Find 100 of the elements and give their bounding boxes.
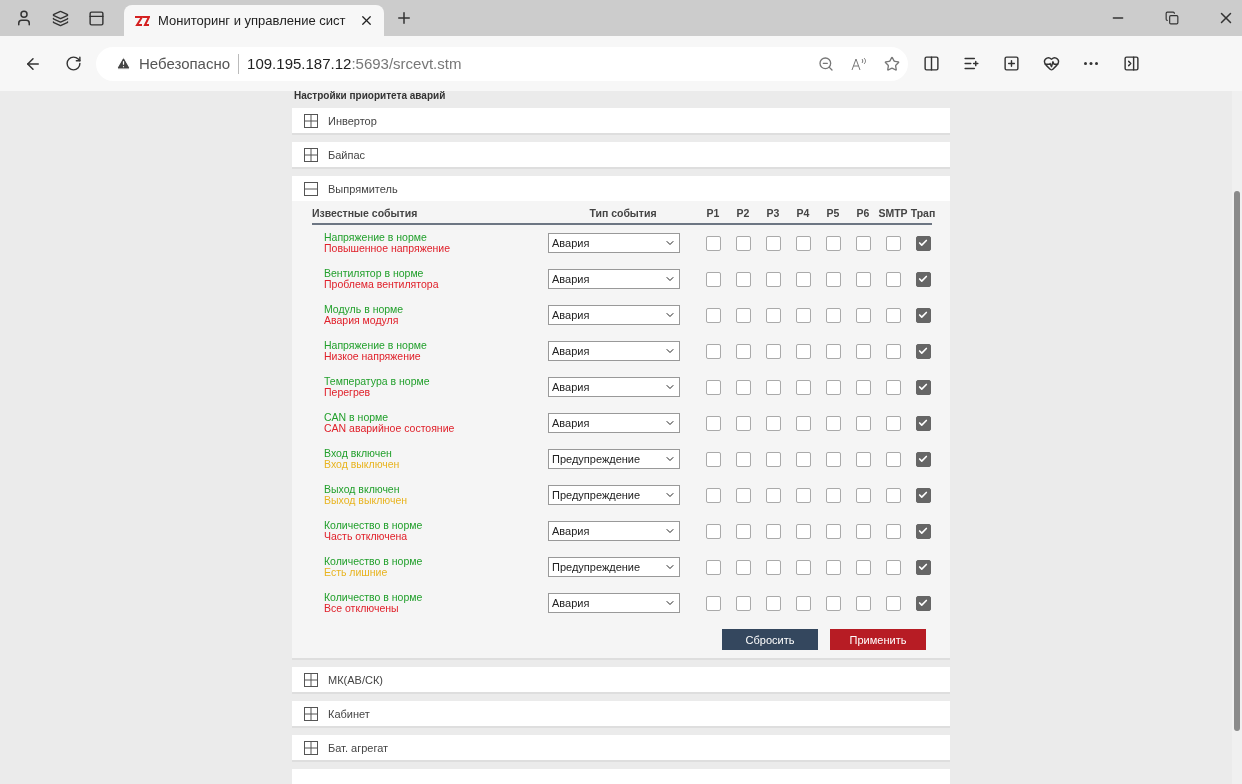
checkbox[interactable] (855, 307, 871, 323)
checkbox[interactable] (735, 235, 751, 251)
apply-button[interactable]: Применить (830, 629, 926, 650)
checkbox[interactable] (885, 415, 901, 431)
checkbox[interactable] (885, 271, 901, 287)
checkbox[interactable] (795, 379, 811, 395)
checkbox[interactable] (735, 379, 751, 395)
checkbox[interactable] (795, 415, 811, 431)
browser-tab[interactable]: Мониторинг и управление сист (124, 5, 384, 36)
checkbox[interactable] (855, 271, 871, 287)
checkbox[interactable] (765, 487, 781, 503)
event-type-select[interactable]: Авария (548, 521, 680, 541)
event-type-select[interactable]: Авария (548, 305, 680, 325)
checkbox[interactable] (885, 235, 901, 251)
checkbox[interactable] (705, 559, 721, 575)
checkbox[interactable] (825, 343, 841, 359)
checkbox[interactable] (855, 379, 871, 395)
event-type-select[interactable]: Авария (548, 233, 680, 253)
checkbox[interactable] (855, 595, 871, 611)
checkbox[interactable] (795, 523, 811, 539)
checkbox[interactable] (885, 451, 901, 467)
checkbox[interactable] (795, 559, 811, 575)
checkbox[interactable] (915, 235, 931, 251)
checkbox[interactable] (885, 379, 901, 395)
checkbox[interactable] (855, 415, 871, 431)
checkbox[interactable] (765, 523, 781, 539)
favorite-icon[interactable] (884, 55, 900, 72)
checkbox[interactable] (765, 451, 781, 467)
checkbox[interactable] (825, 235, 841, 251)
reset-button[interactable]: Сбросить (722, 629, 818, 650)
checkbox[interactable] (885, 307, 901, 323)
checkbox[interactable] (705, 451, 721, 467)
checkbox[interactable] (855, 523, 871, 539)
event-type-select[interactable]: Авария (548, 413, 680, 433)
checkbox[interactable] (885, 559, 901, 575)
checkbox[interactable] (765, 307, 781, 323)
section-header[interactable]: Выпрямитель (292, 176, 950, 201)
close-tab-icon[interactable] (359, 13, 374, 28)
checkbox[interactable] (885, 595, 901, 611)
checkbox[interactable] (855, 235, 871, 251)
checkbox[interactable] (915, 487, 931, 503)
checkbox[interactable] (765, 271, 781, 287)
checkbox[interactable] (915, 307, 931, 323)
checkbox[interactable] (795, 451, 811, 467)
checkbox[interactable] (735, 595, 751, 611)
checkbox[interactable] (705, 307, 721, 323)
checkbox[interactable] (885, 487, 901, 503)
checkbox[interactable] (915, 451, 931, 467)
checkbox[interactable] (705, 379, 721, 395)
checkbox[interactable] (855, 343, 871, 359)
checkbox[interactable] (795, 595, 811, 611)
section-header[interactable]: Инвертор (292, 108, 950, 133)
event-type-select[interactable]: Авария (548, 269, 680, 289)
checkbox[interactable] (915, 343, 931, 359)
checkbox[interactable] (735, 451, 751, 467)
checkbox[interactable] (705, 595, 721, 611)
checkbox[interactable] (915, 271, 931, 287)
checkbox[interactable] (915, 415, 931, 431)
section-header[interactable]: Кабинет (292, 701, 950, 726)
checkbox[interactable] (705, 415, 721, 431)
checkbox[interactable] (795, 307, 811, 323)
section-header[interactable]: Бат. агрегат (292, 735, 950, 760)
event-type-select[interactable]: Предупреждение (548, 449, 680, 469)
checkbox[interactable] (705, 235, 721, 251)
checkbox[interactable] (735, 559, 751, 575)
section-header[interactable]: МК(АВ/СК) (292, 667, 950, 692)
checkbox[interactable] (705, 271, 721, 287)
checkbox[interactable] (705, 343, 721, 359)
section-header[interactable]: Байпас (292, 142, 950, 167)
checkbox[interactable] (735, 271, 751, 287)
checkbox[interactable] (795, 235, 811, 251)
checkbox[interactable] (825, 415, 841, 431)
checkbox[interactable] (795, 487, 811, 503)
event-type-select[interactable]: Авария (548, 593, 680, 613)
checkbox[interactable] (825, 595, 841, 611)
event-type-select[interactable]: Авария (548, 341, 680, 361)
checkbox[interactable] (825, 559, 841, 575)
checkbox[interactable] (825, 271, 841, 287)
checkbox[interactable] (825, 307, 841, 323)
checkbox[interactable] (735, 415, 751, 431)
event-type-select[interactable]: Предупреждение (548, 485, 680, 505)
checkbox[interactable] (705, 523, 721, 539)
event-type-select[interactable]: Предупреждение (548, 557, 680, 577)
checkbox[interactable] (915, 379, 931, 395)
checkbox[interactable] (795, 343, 811, 359)
checkbox[interactable] (765, 379, 781, 395)
zoom-out-icon[interactable] (818, 55, 834, 72)
checkbox[interactable] (825, 379, 841, 395)
checkbox[interactable] (915, 595, 931, 611)
checkbox[interactable] (735, 343, 751, 359)
checkbox[interactable] (735, 523, 751, 539)
checkbox[interactable] (735, 307, 751, 323)
checkbox[interactable] (825, 523, 841, 539)
checkbox[interactable] (855, 559, 871, 575)
checkbox[interactable] (765, 235, 781, 251)
checkbox[interactable] (735, 487, 751, 503)
checkbox[interactable] (885, 523, 901, 539)
checkbox[interactable] (885, 343, 901, 359)
checkbox[interactable] (915, 559, 931, 575)
checkbox[interactable] (705, 487, 721, 503)
